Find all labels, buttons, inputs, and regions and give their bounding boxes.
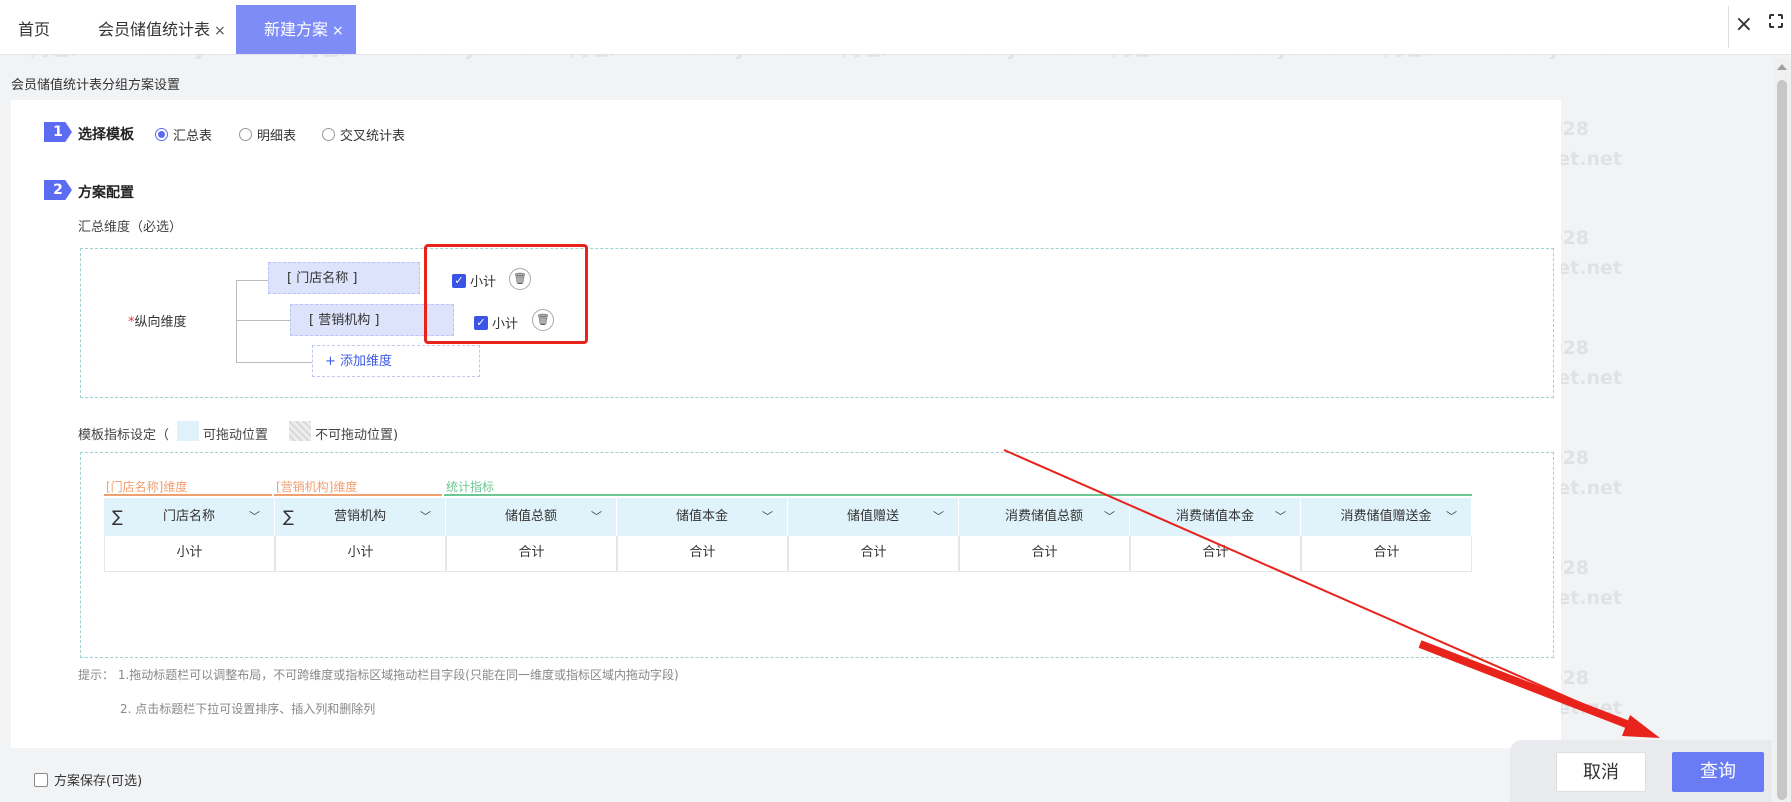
chevron-down-icon[interactable]: ﹀ — [591, 498, 602, 536]
chevron-down-icon[interactable]: ﹀ — [1446, 498, 1457, 536]
tree-line — [236, 280, 237, 362]
dimension-tag-store[interactable]: [ 门店名称 ] — [268, 262, 420, 294]
chevron-down-icon[interactable]: ﹀ — [762, 498, 773, 536]
column-header[interactable]: ∑ 门店名称 ﹀ — [104, 498, 275, 536]
page-title: 会员储值统计表分组方案设置 — [11, 78, 181, 93]
column-header-label: 营销机构 — [333, 509, 386, 524]
step-1-label: 选择模板 — [78, 127, 134, 143]
group-label-marketing: [营销机构]维度 — [276, 480, 358, 494]
column-header-label: 门店名称 — [162, 509, 215, 524]
group-line — [444, 494, 1472, 496]
tree-line — [236, 320, 290, 321]
highlight-box — [424, 244, 588, 344]
group-line — [274, 494, 442, 496]
tab-member-stats[interactable]: 会员储值统计表 × — [98, 5, 226, 54]
group-label-store: [门店名称]维度 — [106, 480, 188, 494]
tree-line — [236, 362, 312, 363]
chevron-down-icon[interactable]: ﹀ — [1275, 498, 1286, 536]
sigma-icon: ∑ — [112, 507, 123, 526]
indicator-title: 模板指标设定（ — [78, 428, 170, 443]
sigma-icon: ∑ — [283, 507, 294, 526]
hint-line-1: 提示： 1.拖动标题栏可以调整布局，不可跨维度或指标区域拖动栏目字段(只能在同一… — [78, 668, 679, 682]
total-cell: 合计 — [446, 536, 617, 572]
add-dimension-button[interactable]: + 添加维度 — [312, 345, 480, 377]
total-cell: 合计 — [1301, 536, 1472, 572]
group-label-stats: 统计指标 — [446, 480, 495, 494]
close-icon[interactable]: × — [214, 23, 226, 39]
step-2-label: 方案配置 — [78, 185, 134, 201]
fixed-swatch — [289, 421, 311, 441]
radio-detail[interactable]: 明细表 — [239, 125, 296, 144]
total-cell: 合计 — [788, 536, 959, 572]
scrollbar-thumb[interactable] — [1777, 80, 1787, 800]
indicator-grid: ∑ 门店名称 ﹀ 小计 ∑ 营销机构 ﹀ 小计 储值总额 ﹀ 合计 储值本金 ﹀ 合计 储值赠送 ﹀ 合计 消费储… — [104, 498, 1472, 572]
column-header[interactable]: ∑ 营销机构 ﹀ — [275, 498, 446, 536]
column-header[interactable]: 消费储值本金 ﹀ — [1130, 498, 1301, 536]
total-cell: 小计 — [104, 536, 275, 572]
chevron-down-icon[interactable]: ﹀ — [249, 498, 260, 536]
column-header-label: 消费储值本金 — [1175, 509, 1254, 524]
column-header[interactable]: 储值赠送 ﹀ — [788, 498, 959, 536]
chevron-down-icon[interactable]: ﹀ — [420, 498, 431, 536]
column-header-label: 消费储值赠送金 — [1340, 509, 1432, 524]
vertical-dimension-label: *纵向维度 — [128, 315, 187, 330]
window-close-icon[interactable]: × — [1735, 12, 1753, 37]
column-header[interactable]: 储值总额 ﹀ — [446, 498, 617, 536]
chevron-down-icon[interactable]: ﹀ — [1104, 498, 1115, 536]
total-cell: 合计 — [959, 536, 1130, 572]
column-header[interactable]: 储值本金 ﹀ — [617, 498, 788, 536]
radio-summary[interactable]: 汇总表 — [155, 125, 212, 144]
tab-home[interactable]: 首页 — [18, 5, 50, 54]
radio-cross[interactable]: 交叉统计表 — [322, 125, 405, 144]
column-header[interactable]: 消费储值总额 ﹀ — [959, 498, 1130, 536]
draggable-swatch — [177, 421, 199, 441]
save-plan-checkbox[interactable]: 方案保存(可选) — [34, 770, 142, 789]
close-icon[interactable]: × — [332, 23, 344, 39]
hint-line-2: 2. 点击标题栏下拉可设置排序、插入列和删除列 — [120, 702, 376, 716]
column-header[interactable]: 消费储值赠送金 ﹀ — [1301, 498, 1472, 536]
query-button[interactable]: 查询 — [1672, 752, 1764, 792]
divider — [1728, 6, 1729, 48]
cancel-button[interactable]: 取消 — [1556, 752, 1646, 792]
tab-new-plan[interactable]: 新建方案 × — [236, 5, 356, 54]
total-cell: 小计 — [275, 536, 446, 572]
scroll-up-icon[interactable] — [1777, 64, 1787, 70]
column-header-label: 消费储值总额 — [1004, 509, 1083, 524]
dimension-title: 汇总维度（必选） — [78, 220, 183, 235]
vertical-scrollbar[interactable] — [1773, 58, 1791, 802]
tree-line — [236, 280, 268, 281]
draggable-label: 可拖动位置 — [203, 428, 269, 443]
fullscreen-icon[interactable] — [1768, 13, 1786, 31]
fixed-label: 不可拖动位置) — [315, 428, 399, 443]
total-cell: 合计 — [1130, 536, 1301, 572]
chevron-down-icon[interactable]: ﹀ — [933, 498, 944, 536]
column-header-label: 储值本金 — [675, 509, 728, 524]
total-cell: 合计 — [617, 536, 788, 572]
group-line — [104, 494, 272, 496]
checkbox-empty-icon — [34, 772, 48, 787]
tab-bar: 首页 会员储值统计表 × 新建方案 × × — [0, 0, 1791, 55]
column-header-label: 储值赠送 — [846, 509, 899, 524]
column-header-label: 储值总额 — [504, 509, 557, 524]
